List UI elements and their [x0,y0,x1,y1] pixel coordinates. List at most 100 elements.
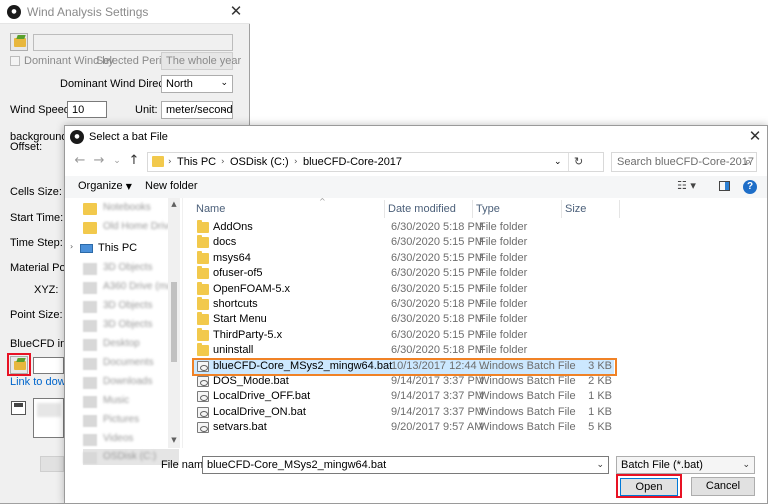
forward-icon[interactable]: → [91,151,107,171]
output-textbox[interactable] [33,398,64,438]
save-icon[interactable] [11,401,26,415]
breadcrumb-bluecfd[interactable]: blueCFD-Core-2017 [303,153,402,171]
browse-folder-button[interactable] [10,33,28,51]
nav-item-label: 3D Objects [103,300,153,311]
breadcrumb-this-pc[interactable]: This PC [177,153,216,171]
type-cell: File folder [479,313,528,325]
start-time-label: Start Time: [10,212,64,224]
chevron-down-icon[interactable]: ⌄ [596,457,604,473]
search-input[interactable]: Search blueCFD-Core-2017 ⌕ [611,152,757,172]
file-row[interactable]: LocalDrive_OFF.bat 9/14/2017 3:37 PM Windo… [194,389,614,404]
file-row[interactable]: DOS_Mode.bat 9/14/2017 3:37 PM Windows Bat… [194,374,614,389]
nav-item-3d-objects[interactable]: 3D Objects [83,260,179,279]
nav-item-label: This PC [98,242,138,254]
period-select-value: The whole year [166,55,242,67]
folder-row[interactable]: shortcuts 6/30/2020 5:18 PM File folder [194,297,614,312]
column-date[interactable]: Date modified [388,200,456,218]
column-size[interactable]: Size [565,200,586,218]
folder-row[interactable]: OpenFOAM-5.x 6/30/2020 5:15 PM File folder [194,282,614,297]
folder-row[interactable]: msys64 6/30/2020 5:15 PM File folder [194,251,614,266]
size-cell: 2 KB [588,375,612,387]
navigation-pane: Notebooks Old Home Drive › This PC 3D Obj… [65,198,183,465]
blurred-icon [83,377,97,389]
chevron-down-icon: ⌄ [220,104,228,114]
dominant-wind-checkbox[interactable] [10,56,20,66]
browse-bluecfd-button[interactable] [10,356,28,374]
close-icon[interactable]: ✕ [746,127,764,145]
file-row[interactable]: LocalDrive_ON.bat 9/14/2017 3:37 PM Window… [194,405,614,420]
wind-direction-select[interactable]: North ⌄ [161,75,233,93]
preview-pane-icon[interactable] [719,181,730,191]
file-name-input[interactable]: blueCFD-Core_MSys2_mingw64.bat ⌄ [202,456,609,474]
nav-item-old-home-drive[interactable]: Old Home Drive [83,219,179,238]
column-name[interactable]: Name [196,200,225,218]
run-button[interactable] [40,456,64,472]
open-button[interactable]: Open [620,478,678,496]
help-icon[interactable]: ? [743,180,757,194]
file-row[interactable]: setvars.bat 9/20/2017 9:57 AM Windows Batc… [194,420,614,435]
nav-item-3d-objects-3[interactable]: 3D Objects [83,317,179,336]
new-folder-button[interactable]: New folder [145,176,198,196]
scroll-down-icon[interactable]: ▼ [168,436,180,444]
batch-file-icon [197,391,209,402]
type-cell: Windows Batch File [479,390,576,402]
view-options-icon[interactable]: ☷ ▾ [677,176,696,196]
nav-item-downloads[interactable]: Downloads [83,374,179,393]
up-folder-icon[interactable]: ↑ [126,151,142,171]
nav-item-documents[interactable]: Documents [83,355,179,374]
nav-item-a360-drive[interactable]: A360 Drive (ma) [83,279,179,298]
file-name-cell: LocalDrive_OFF.bat [213,390,311,402]
path-field[interactable] [33,34,233,51]
folder-row[interactable]: AddOns 6/30/2020 5:18 PM File folder [194,220,614,235]
blurred-icon [83,282,97,294]
nav-item-label: 3D Objects [103,262,153,273]
batch-file-icon [197,407,209,418]
folder-icon [14,38,26,47]
nav-item-label: Old Home Drive [103,221,175,232]
organize-button[interactable]: Organize ▼ [78,176,132,197]
period-select[interactable]: The whole year [161,52,241,70]
dialog-toolbar: Organize ▼ New folder ☷ ▾ ? [65,176,767,198]
nav-item-notebooks[interactable]: Notebooks [83,200,179,219]
folder-icon [83,222,97,234]
refresh-icon[interactable]: ↻ [574,153,583,171]
nav-scrollbar[interactable]: ▲ ▼ [168,198,180,448]
folder-row[interactable]: Start Menu 6/30/2020 5:18 PM File folder [194,312,614,327]
address-dropdown-icon[interactable]: ⌄ [554,154,562,170]
bluecfd-path-field[interactable] [33,357,64,374]
nav-item-label: Music [103,395,130,406]
nav-item-pictures[interactable]: Pictures [83,412,179,431]
file-name-cell: setvars.bat [213,421,267,433]
nav-item-videos[interactable]: Videos [83,431,179,450]
file-name-cell: msys64 [213,252,251,264]
organize-label: Organize [78,180,123,192]
nav-item-label: Videos [103,433,134,444]
folder-row[interactable]: docs 6/30/2020 5:15 PM File folder [194,235,614,250]
nav-item-this-pc[interactable]: › This PC [70,240,180,259]
wind-speed-input[interactable]: 10 [67,101,107,118]
address-bar[interactable]: › This PC › OSDisk (C:) › blueCFD-Core-2… [147,152,604,172]
back-icon[interactable]: ← [72,151,88,171]
app-logo-icon: ● [7,5,21,19]
scroll-thumb[interactable] [171,282,177,362]
column-type[interactable]: Type [476,200,500,218]
folder-row[interactable]: uninstall 6/30/2020 5:18 PM File folder [194,343,614,358]
time-step-label: Time Step: [10,237,63,249]
nav-item-desktop[interactable]: Desktop [83,336,179,355]
nav-item-music[interactable]: Music [83,393,179,412]
folder-row[interactable]: ofuser-of5 6/30/2020 5:15 PM File folder [194,266,614,281]
size-cell: 5 KB [588,421,612,433]
folder-row[interactable]: ThirdParty-5.x 6/30/2020 5:15 PM File fold… [194,328,614,343]
breadcrumb-osdisk[interactable]: OSDisk (C:) [230,153,289,171]
wind-direction-value: North [166,78,193,90]
type-cell: Windows Batch File [479,421,576,433]
nav-item-3d-objects-2[interactable]: 3D Objects [83,298,179,317]
close-icon[interactable]: ✕ [226,2,246,20]
date-modified-cell: 6/30/2020 5:15 PM [391,267,484,279]
recent-dropdown-icon[interactable]: ⌄ [109,151,125,171]
unit-select[interactable]: meter/second ⌄ [161,101,233,119]
scroll-up-icon[interactable]: ▲ [168,200,180,208]
file-type-select[interactable]: Batch File (*.bat) ⌄ [616,456,755,474]
nav-item-label: A360 Drive (ma) [103,281,176,292]
cancel-button[interactable]: Cancel [691,477,755,496]
